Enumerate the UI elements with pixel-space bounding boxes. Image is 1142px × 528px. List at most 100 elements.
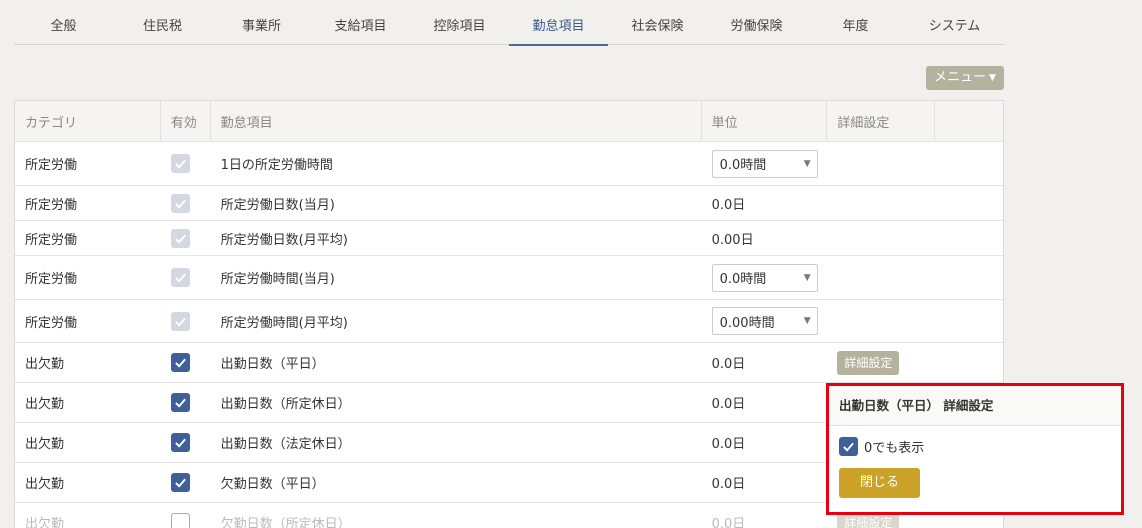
header-blank: [935, 101, 1003, 141]
unit-select[interactable]: 0.0時間 ▼: [711, 149, 818, 178]
enabled-checkbox: [170, 268, 190, 287]
enabled-checkbox[interactable]: [170, 433, 190, 452]
row-unit-cell: 0.0日: [702, 186, 828, 220]
row-enabled-cell: [161, 463, 211, 502]
tab-3[interactable]: 支給項目: [311, 0, 410, 45]
detail-settings-popup: 出勤日数（平日） 詳細設定 0でも表示 閉じる: [826, 383, 1124, 515]
check-icon: [174, 317, 186, 327]
header-enabled: 有効: [161, 101, 211, 141]
row-detail-cell: [827, 186, 935, 220]
row-category: 所定労働: [25, 272, 78, 287]
row-unit-cell: 0.00日: [702, 221, 828, 255]
popup-title: 出勤日数（平日） 詳細設定: [829, 386, 1121, 426]
row-enabled-cell: [161, 186, 211, 220]
check-icon: [174, 478, 186, 488]
row-enabled-cell: [161, 503, 211, 528]
enabled-checkbox[interactable]: [170, 513, 190, 528]
enabled-checkbox: [170, 193, 190, 213]
row-item: 1日の所定労働時間: [220, 158, 333, 173]
check-icon: [174, 398, 186, 408]
row-item: 出勤日数（所定休日）: [220, 397, 351, 412]
row-unit-cell: 0.0日: [702, 463, 828, 502]
row-category: 所定労働: [25, 232, 78, 248]
table-row: 所定労働 所定労働時間(月平均) 0.00時間 ▼: [15, 300, 1003, 343]
row-detail-cell: [827, 142, 935, 185]
tab-6[interactable]: 社会保険: [608, 0, 707, 45]
row-enabled-cell: [161, 383, 211, 422]
row-item: 所定労働日数(月平均): [220, 232, 348, 248]
header-item: 勤怠項目: [211, 101, 702, 141]
tab-8[interactable]: 年度: [806, 0, 905, 45]
enabled-checkbox: [170, 228, 190, 248]
tab-bar: 全般 住民税 事業所 支給項目 控除項目 勤怠項目 社会保険 労働保険 年度 システム: [14, 0, 1004, 46]
row-enabled-cell: [161, 300, 211, 342]
show-zero-label: 0でも表示: [864, 441, 925, 456]
row-unit-cell: 0.0時間 ▼: [702, 142, 828, 185]
tab-7[interactable]: 労働保険: [707, 0, 806, 45]
header-unit: 単位: [702, 101, 828, 141]
row-blank: [935, 186, 1003, 220]
row-blank: [935, 300, 1003, 342]
unit-value: 0.0日: [711, 477, 746, 492]
dropdown-arrow-icon: ▼: [803, 158, 811, 169]
show-zero-checkbox[interactable]: [839, 437, 858, 456]
menu-button-label: メニュー: [934, 70, 987, 85]
enabled-checkbox[interactable]: [170, 393, 190, 412]
header-detail: 詳細設定: [827, 101, 936, 141]
tab-2[interactable]: 事業所: [212, 0, 311, 45]
table-row: 出欠勤 出勤日数（平日） 0.0日 詳細設定: [15, 343, 1003, 383]
tab-1[interactable]: 住民税: [113, 0, 212, 45]
check-icon: [843, 442, 854, 452]
row-unit-cell: 0.0日: [702, 423, 828, 462]
row-blank: [935, 221, 1003, 255]
unit-select[interactable]: 0.0時間 ▼: [711, 263, 818, 292]
tab-0[interactable]: 全般: [14, 0, 113, 45]
check-icon: [174, 273, 186, 283]
row-category: 所定労働: [25, 197, 78, 213]
dropdown-arrow-icon: ▼: [803, 272, 811, 283]
table-row: 所定労働 所定労働時間(当月) 0.0時間 ▼: [15, 256, 1003, 300]
enabled-checkbox[interactable]: [170, 353, 190, 372]
detail-settings-button[interactable]: 詳細設定: [837, 350, 900, 375]
row-item: 所定労働時間(当月): [220, 272, 335, 287]
check-icon: [174, 159, 186, 169]
unit-select[interactable]: 0.00時間 ▼: [711, 307, 818, 335]
unit-value: 0.0日: [711, 517, 746, 528]
row-item: 所定労働日数(当月): [220, 197, 335, 213]
row-category: 出欠勤: [25, 397, 65, 412]
row-unit-cell: 0.0日: [702, 383, 828, 422]
show-zero-checkbox-group[interactable]: 0でも表示: [839, 437, 924, 456]
caret-down-icon: ▼: [989, 73, 996, 83]
row-detail-cell: 詳細設定: [827, 343, 935, 382]
table-header: カテゴリ 有効 勤怠項目 単位 詳細設定: [15, 101, 1003, 142]
row-enabled-cell: [161, 221, 211, 255]
unit-select-value: 0.0時間: [719, 158, 767, 173]
row-detail-cell: [827, 221, 935, 255]
table-row: 所定労働 所定労働日数(月平均) 0.00日: [15, 221, 1003, 256]
row-enabled-cell: [161, 343, 211, 382]
row-item: 出勤日数（平日）: [220, 357, 325, 372]
tab-9[interactable]: システム: [905, 0, 1004, 45]
tab-4[interactable]: 控除項目: [410, 0, 509, 45]
unit-value: 0.0日: [711, 437, 746, 452]
row-category: 出欠勤: [25, 517, 65, 528]
menu-button[interactable]: メニュー ▼: [926, 66, 1004, 90]
row-unit-cell: 0.0日: [702, 343, 828, 382]
close-button[interactable]: 閉じる: [839, 468, 920, 498]
row-item: 欠勤日数（所定休日）: [220, 517, 351, 528]
row-enabled-cell: [161, 142, 211, 185]
row-detail-cell: [827, 300, 935, 342]
unit-select-value: 0.00時間: [719, 315, 775, 331]
check-icon: [174, 358, 186, 368]
tab-5[interactable]: 勤怠項目: [509, 0, 608, 46]
row-category: 出欠勤: [25, 357, 65, 372]
enabled-checkbox[interactable]: [170, 473, 190, 492]
row-category: 出欠勤: [25, 477, 65, 492]
enabled-checkbox: [170, 311, 190, 331]
check-icon: [174, 199, 186, 209]
unit-value: 0.00日: [711, 232, 754, 248]
row-item: 所定労働時間(月平均): [220, 315, 348, 331]
row-category: 所定労働: [25, 158, 78, 173]
table-row: 所定労働 1日の所定労働時間 0.0時間 ▼: [15, 142, 1003, 186]
dropdown-arrow-icon: ▼: [803, 316, 811, 326]
